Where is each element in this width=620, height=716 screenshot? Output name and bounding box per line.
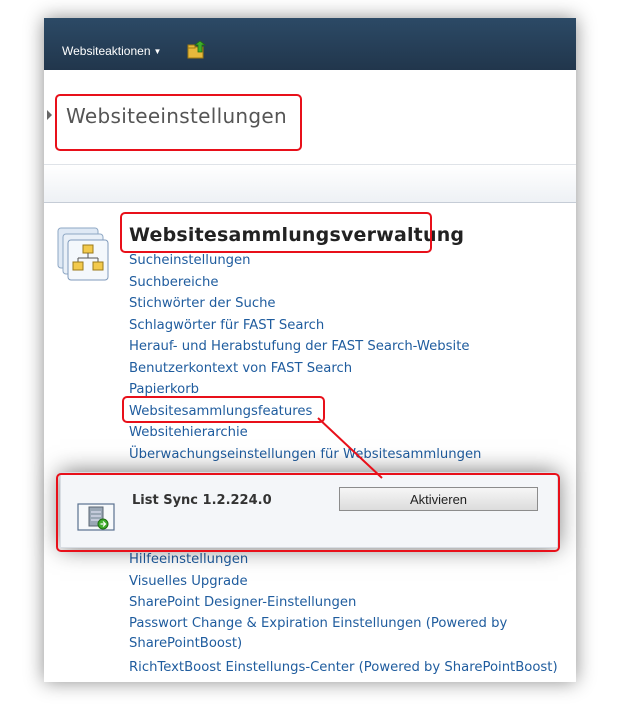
link-schlagwoerter-fast[interactable]: Schlagwörter für FAST Search (129, 315, 574, 337)
chevron-down-icon: ▼ (153, 47, 162, 56)
link-passwort-change[interactable]: Passwort Change & Expiration Einstellung… (129, 614, 529, 654)
feature-icon (77, 503, 115, 531)
section-links-top: Sucheinstellungen Suchbereiche Stichwört… (129, 250, 574, 465)
link-stichwoerter[interactable]: Stichwörter der Suche (129, 293, 574, 315)
link-papierkorb[interactable]: Papierkorb (129, 379, 574, 401)
link-herauf-herabstufung[interactable]: Herauf- und Herabstufung der FAST Search… (129, 336, 574, 358)
link-ueberwachungseinstellungen[interactable]: Überwachungseinstellungen für Websitesam… (129, 444, 574, 466)
link-websitesammlungsfeatures[interactable]: Websitesammlungsfeatures (129, 401, 574, 423)
link-suchbereiche[interactable]: Suchbereiche (129, 272, 574, 294)
page-title: Websiteeinstellungen (66, 104, 287, 128)
link-sucheinstellungen[interactable]: Sucheinstellungen (129, 250, 574, 272)
site-hierarchy-icon (57, 227, 109, 281)
navigate-up-icon[interactable] (187, 41, 207, 59)
link-websitehierarchie[interactable]: Websitehierarchie (129, 422, 574, 444)
section-heading: Websitesammlungsverwaltung (129, 224, 465, 246)
title-area: Websiteeinstellungen (44, 70, 576, 165)
breadcrumb-arrow-icon[interactable] (47, 110, 52, 120)
link-visuelles-upgrade[interactable]: Visuelles Upgrade (129, 571, 574, 593)
link-hilfeeinstellungen[interactable]: Hilfeeinstellungen (129, 549, 574, 571)
feature-panel: List Sync 1.2.224.0 Aktivieren (60, 472, 558, 548)
site-actions-label: Websiteaktionen (62, 44, 151, 58)
site-actions-menu[interactable]: Websiteaktionen ▼ (62, 44, 161, 58)
link-benutzerkontext-fast[interactable]: Benutzerkontext von FAST Search (129, 358, 574, 380)
section-links-bottom: Hilfeeinstellungen Visuelles Upgrade Sha… (129, 549, 574, 678)
link-sharepoint-designer[interactable]: SharePoint Designer-Einstellungen (129, 592, 574, 614)
ribbon-bar: Websiteaktionen ▼ (44, 18, 576, 70)
link-richtextboost[interactable]: RichTextBoost Einstellungs-Center (Power… (129, 657, 574, 679)
ribbon-strip (44, 165, 576, 203)
activate-button[interactable]: Aktivieren (339, 487, 538, 511)
feature-name: List Sync 1.2.224.0 (132, 493, 272, 508)
